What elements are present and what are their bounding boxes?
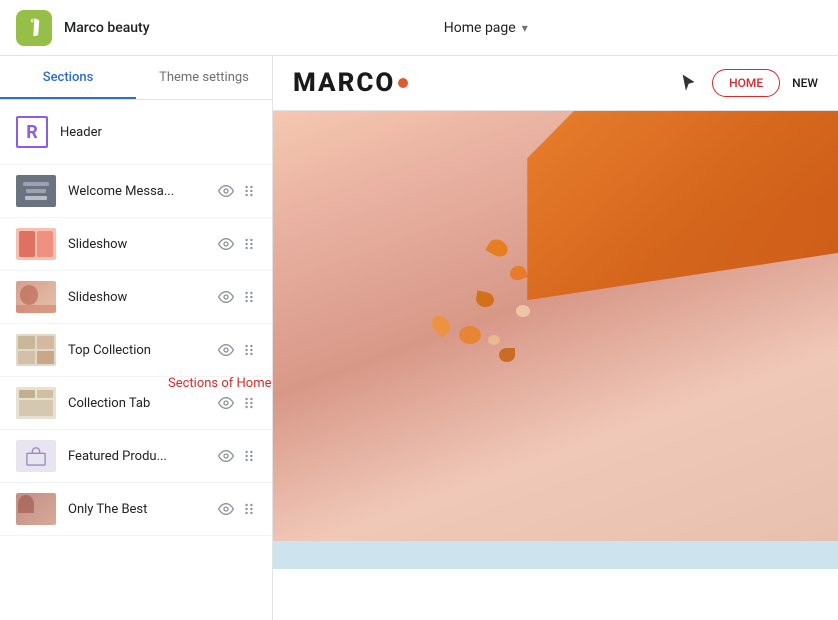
list-item[interactable]: Slideshow	[0, 218, 272, 271]
store-name: Marco beauty	[64, 20, 150, 36]
drag-handle-icon[interactable]	[242, 501, 256, 517]
visibility-icon[interactable]	[218, 501, 234, 517]
visibility-icon[interactable]	[218, 289, 234, 305]
drag-handle-icon[interactable]	[242, 236, 256, 252]
section-actions	[218, 289, 256, 305]
section-thumbnail	[16, 281, 56, 313]
section-thumbnail	[16, 440, 56, 472]
chevron-down-icon: ▾	[522, 21, 528, 35]
list-item[interactable]: Top Collection	[0, 324, 272, 377]
section-item-label: Slideshow	[68, 290, 218, 305]
marco-new-label: NEW	[792, 76, 818, 90]
sidebar: Sections Theme settings R Header	[0, 56, 273, 620]
tab-sections[interactable]: Sections	[0, 56, 136, 99]
marco-logo: MARCO	[293, 68, 408, 98]
marco-site-header: MARCO HOME NEW	[273, 56, 838, 111]
page-selector[interactable]: Home page ▾	[444, 20, 528, 36]
top-bar: Marco beauty Home page ▾	[0, 0, 838, 56]
visibility-icon[interactable]	[218, 448, 234, 464]
marco-bottom-strip	[273, 541, 838, 569]
drag-handle-icon[interactable]	[242, 183, 256, 199]
section-actions	[218, 501, 256, 517]
section-actions	[218, 342, 256, 358]
header-label: Header	[60, 125, 256, 140]
section-thumbnail	[16, 493, 56, 525]
drag-handle-icon[interactable]	[242, 342, 256, 358]
section-thumbnail	[16, 228, 56, 260]
visibility-icon[interactable]	[218, 183, 234, 199]
list-item[interactable]: Welcome Messa...	[0, 165, 272, 218]
drag-handle-icon[interactable]	[242, 448, 256, 464]
marco-nav: HOME NEW	[682, 69, 818, 97]
list-item[interactable]: Collection Tab	[0, 377, 272, 430]
tab-theme-settings[interactable]: Theme settings	[136, 56, 272, 99]
section-item-label: Top Collection	[68, 343, 218, 358]
drag-handle-icon[interactable]	[242, 289, 256, 305]
section-item-label: Featured Produ...	[68, 449, 218, 464]
preview-area: MARCO HOME NEW	[273, 56, 838, 620]
visibility-icon[interactable]	[218, 342, 234, 358]
section-item-label: Collection Tab	[68, 396, 218, 411]
page-selector-label: Home page	[444, 20, 516, 36]
section-item-label: Only The Best	[68, 502, 218, 517]
list-item[interactable]: Only The Best	[0, 483, 272, 536]
list-item[interactable]: Featured Produ...	[0, 430, 272, 483]
section-actions	[218, 183, 256, 199]
header-icon: R	[16, 116, 48, 148]
drag-handle-icon[interactable]	[242, 395, 256, 411]
sidebar-content: R Header Welcome Messa...	[0, 100, 272, 620]
section-thumbnail	[16, 334, 56, 366]
section-item-label: Slideshow	[68, 237, 218, 252]
section-thumbnail	[16, 175, 56, 207]
marco-hero-image	[273, 111, 838, 541]
visibility-icon[interactable]	[218, 236, 234, 252]
sidebar-tabs: Sections Theme settings	[0, 56, 272, 100]
section-actions	[218, 395, 256, 411]
visibility-icon[interactable]	[218, 395, 234, 411]
header-section-item[interactable]: R Header	[0, 100, 272, 165]
section-actions	[218, 448, 256, 464]
section-thumbnail	[16, 387, 56, 419]
section-item-label: Welcome Messa...	[68, 184, 218, 199]
shopify-logo	[16, 10, 52, 46]
marco-home-button[interactable]: HOME	[712, 69, 780, 97]
marco-dot	[398, 78, 408, 88]
section-actions	[218, 236, 256, 252]
list-item[interactable]: Slideshow	[0, 271, 272, 324]
preview-frame: MARCO HOME NEW	[273, 56, 838, 620]
main-content: Sections Theme settings R Header	[0, 56, 838, 620]
